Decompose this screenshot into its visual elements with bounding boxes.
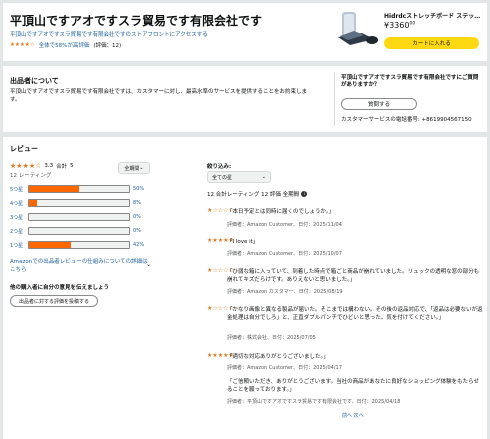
review-meta: 評価者：Amazon Customer、日付：2025/04/17 bbox=[227, 365, 342, 371]
histogram-bar bbox=[28, 199, 130, 207]
histogram-fill bbox=[29, 242, 71, 248]
how-reviews-work-link[interactable]: Amazonでの出品者レビューの仕組みについての詳細はこちら bbox=[10, 258, 150, 274]
total-value: 5 bbox=[70, 163, 74, 169]
storefront-link[interactable]: 平頂山ですアオですスラ貿易です有限会社ですのストアフロントにアクセスする bbox=[10, 30, 208, 38]
filter-summary: 12 合計レーティング 12 評価 全期間 i bbox=[207, 190, 308, 198]
review-item: ★★★★★ 「I love it」 評価者：Amazon Customer、日付… bbox=[207, 238, 487, 260]
seller-response-meta: 評価者：平頂山ですアオですスラ貿易です有限会社です、日付：2025/04/18 bbox=[227, 399, 401, 405]
review-summary: ★★★★☆ 3.3 合計 5 bbox=[10, 162, 74, 170]
histogram-bar bbox=[28, 213, 130, 221]
review-item: ★★★★★ 「適切な対応ありがとうございました。」 評価者：Amazon Cus… bbox=[207, 353, 487, 413]
reviews-card: レビュー ★★★★☆ 3.3 合計 5 12 レーティング 全期間 ⌄ 5つ星 5… bbox=[3, 137, 487, 439]
total-label: 合計 bbox=[56, 164, 68, 170]
seller-about-title: 出品者について bbox=[10, 77, 59, 85]
share-opinion-title: 他の購入者に自分の意見を伝えましょう bbox=[10, 285, 110, 291]
rating-count: (評価：12) bbox=[93, 43, 122, 49]
ask-question-prompt: 平頂山ですアオですスラ貿易です有限会社ですにご質問がありますか？ bbox=[341, 75, 479, 88]
review-item: ★☆☆☆☆ 「かなり画像と異なる製品が届いた。そこまでは構わない。その後の返品対… bbox=[207, 306, 487, 346]
filter-summary-text: 12 合計レーティング 12 評価 全期間 bbox=[207, 192, 300, 198]
star-filter-value: 全ての星 bbox=[212, 174, 233, 181]
add-to-cart-button[interactable]: カートに入れる bbox=[384, 37, 479, 49]
product-title[interactable]: Hidrdcストレッチボード ステッ… bbox=[384, 11, 484, 20]
review-meta: 評価者：株式会社、日付：2025/07/05 bbox=[227, 335, 316, 341]
period-select[interactable]: 全期間 ⌄ bbox=[118, 162, 150, 174]
histogram-percent[interactable]: 0% bbox=[130, 228, 152, 234]
review-meta: 評価者：Amazon Customer、日付：2025/11/04 bbox=[227, 222, 342, 228]
histogram-label[interactable]: 4つ星 bbox=[10, 200, 28, 207]
period-select-value: 全期間 bbox=[124, 165, 140, 172]
histogram-label[interactable]: 3つ星 bbox=[10, 214, 28, 221]
average-rating: 3.3 bbox=[44, 163, 54, 169]
histogram-percent[interactable]: 42% bbox=[130, 242, 152, 248]
star-filter-select[interactable]: 全ての星 ⌄ bbox=[207, 171, 271, 183]
review-meta: 評価者：Amazon Customer、日付：2025/10/07 bbox=[227, 251, 342, 257]
review-item: ★☆☆☆☆ 「本日予定とは同時に届くのでしょうか。」 評価者：Amazon Cu… bbox=[207, 208, 487, 232]
seller-description: 平頂山ですアオですスラ貿易です有限会社ですは、カスタマーに対し、最高水準のサービ… bbox=[10, 89, 308, 103]
summary-stars-icon: ★★★★☆ bbox=[10, 162, 42, 170]
histogram-bar bbox=[28, 185, 130, 193]
histogram-bar bbox=[28, 241, 130, 249]
seller-title: 平頂山ですアオですスラ貿易です有限会社です bbox=[10, 14, 263, 28]
ask-question-button[interactable]: 質問する bbox=[341, 98, 417, 110]
review-text: 「I love it」 bbox=[227, 239, 259, 245]
histogram-fill bbox=[29, 200, 37, 206]
vertical-divider bbox=[334, 72, 335, 126]
write-review-button[interactable]: 出品者に対する評価を投稿する bbox=[10, 295, 98, 307]
review-text: 「本日予定とは同時に届くのでしょうか。」 bbox=[227, 209, 335, 215]
reviews-title: レビュー bbox=[10, 145, 38, 153]
pagination[interactable]: 前へ 次へ bbox=[342, 412, 364, 419]
positive-rating-text[interactable]: 全体で58%が高評価 bbox=[39, 41, 90, 49]
review-item: ★☆☆☆☆ 「ひ弱な箱に入っていて、到着した時点で箱ごと商品が崩れていました。リ… bbox=[207, 268, 487, 300]
product-image[interactable] bbox=[334, 9, 380, 49]
histogram-row[interactable]: 1つ星 42% bbox=[10, 241, 160, 249]
chevron-down-icon[interactable]: ⌄ bbox=[146, 261, 151, 268]
chevron-down-icon: ⌄ bbox=[261, 174, 266, 180]
filter-label: 絞り込み: bbox=[207, 164, 232, 170]
seller-response-text: 「ご信頼いただき、ありがとうございます。当社の商品があなたに良好なショッピング体… bbox=[227, 379, 479, 393]
histogram-row[interactable]: 3つ星 0% bbox=[10, 213, 160, 221]
review-text: 「かなり画像と異なる製品が届いた。そこまでは構わない。その後の返品対応で、「返品… bbox=[227, 307, 483, 321]
price-fraction: 00 bbox=[409, 21, 416, 27]
seller-info-card: 出品者について 平頂山ですアオですスラ貿易です有限会社ですは、カスタマーに対し、… bbox=[3, 66, 487, 132]
price-main: ¥3360 bbox=[384, 21, 410, 30]
histogram-label[interactable]: 5つ星 bbox=[10, 186, 28, 193]
review-text: 「適切な対応ありがとうございました。」 bbox=[227, 354, 329, 360]
histogram-bar bbox=[28, 227, 130, 235]
review-text: 「ひ弱な箱に入っていて、到着した時点で箱ごと商品が崩れていました。リュックの透明… bbox=[227, 269, 480, 283]
chevron-down-icon: ⌄ bbox=[139, 165, 144, 171]
histogram-percent[interactable]: 0% bbox=[130, 214, 152, 220]
histogram-fill bbox=[29, 186, 79, 192]
seller-header-card: 平頂山ですアオですスラ貿易です有限会社です 平頂山ですアオですスラ貿易です有限会… bbox=[3, 3, 487, 61]
rating-stars-icon: ★★★★☆ bbox=[10, 42, 35, 48]
histogram-row[interactable]: 4つ星 8% bbox=[10, 199, 160, 207]
rating-count-line: 12 レーティング bbox=[10, 173, 52, 179]
histogram-row[interactable]: 5つ星 50% bbox=[10, 185, 160, 193]
customer-service-phone: カスタマーサービスの電話番号: +8619904567150 bbox=[341, 117, 472, 123]
product-price: ¥336000 bbox=[384, 21, 415, 30]
histogram-label[interactable]: 2つ星 bbox=[10, 228, 28, 235]
seller-rating-line: ★★★★☆ 全体で58%が高評価 (評価：12) bbox=[10, 41, 121, 49]
histogram-label[interactable]: 1つ星 bbox=[10, 242, 28, 249]
histogram-row[interactable]: 2つ星 0% bbox=[10, 227, 160, 235]
info-icon[interactable]: i bbox=[301, 191, 308, 197]
histogram-percent[interactable]: 8% bbox=[130, 200, 152, 206]
review-meta: 評価者：Amazon カスタマー、日付：2025/08/19 bbox=[227, 289, 343, 295]
histogram-percent[interactable]: 50% bbox=[130, 186, 152, 192]
